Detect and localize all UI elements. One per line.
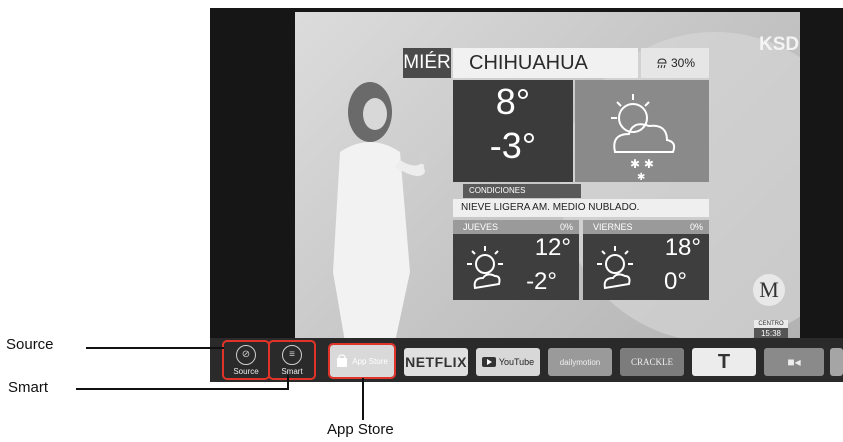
precip-chance: 30% xyxy=(670,56,696,70)
channel-logo: KSDY xyxy=(759,34,800,55)
forecast-high: 12° xyxy=(534,234,571,261)
source-button[interactable]: ⊘ Source xyxy=(222,340,270,380)
tv-screen: MIÉR CHIHUAHUA 30% 8° -3° ✱ ✱ ✱ CONDICIO… xyxy=(295,12,800,342)
more-app-tile[interactable] xyxy=(830,348,843,376)
centro-clock: CENTRO 15:38 xyxy=(754,320,788,340)
conditions-title: CONDICIONES xyxy=(463,184,581,198)
forecast-pop: 0% xyxy=(559,222,573,232)
tubi-tile[interactable]: T xyxy=(692,348,756,376)
app-store-callout-label: App Store xyxy=(327,421,394,438)
source-callout-label: Source xyxy=(6,336,54,353)
source-icon: ⊘ xyxy=(236,344,256,365)
smart-button[interactable]: ≡ Smart xyxy=(268,340,316,380)
city-name: CHIHUAHUA xyxy=(453,48,638,78)
netflix-tile[interactable]: NETFLIX xyxy=(404,348,468,376)
smart-icon: ≡ xyxy=(282,344,302,365)
app-store-tile[interactable]: App Store xyxy=(328,343,396,379)
shopping-bag-icon xyxy=(337,354,348,367)
centro-label: CENTRO xyxy=(758,321,784,327)
today-weather-icon-panel: ✱ ✱ ✱ xyxy=(575,80,709,183)
forecast-day-1: JUEVES 0% 12° -2° xyxy=(453,220,579,300)
forecast-day-name: JUEVES xyxy=(463,222,499,232)
youtube-play-icon xyxy=(481,357,496,367)
forecast-high: 18° xyxy=(664,234,701,261)
source-label: Source xyxy=(233,366,259,376)
video-tile[interactable]: ■◂ xyxy=(764,348,824,376)
precipitation: 30% xyxy=(641,48,709,78)
app-bar: ⊘ Source ≡ Smart App Store NETFLIX YouTu… xyxy=(210,338,843,382)
crackle-tile[interactable]: CRACKLE xyxy=(620,348,684,376)
today-high: 8° xyxy=(495,81,531,122)
forecast-day-name: VIERNES xyxy=(593,222,633,232)
day-label: MIÉR xyxy=(403,48,451,78)
conditions-text: NIEVE LIGERA AM. MEDIO NUBLADO. xyxy=(453,199,709,217)
youtube-tile[interactable]: YouTube xyxy=(476,348,540,376)
forecast-header: VIERNES 0% xyxy=(583,220,709,234)
forecast-header: JUEVES 0% xyxy=(453,220,579,234)
tv-frame: MIÉR CHIHUAHUA 30% 8° -3° ✱ ✱ ✱ CONDICIO… xyxy=(210,8,843,382)
smart-callout-line-v xyxy=(287,375,289,390)
forecast-low: 0° xyxy=(664,268,687,295)
app-store-callout-line xyxy=(362,378,364,420)
dailymotion-tile[interactable]: dailymotion xyxy=(548,348,612,376)
svg-text:✱: ✱ xyxy=(637,172,645,182)
video-camera-icon: ■◂ xyxy=(787,355,801,369)
rain-cloud-icon xyxy=(657,58,667,69)
partly-cloudy-icon xyxy=(467,246,503,290)
smart-callout-line-h xyxy=(76,388,288,390)
today-low: -3° xyxy=(489,125,537,166)
smart-callout-label: Smart xyxy=(8,379,49,396)
partly-cloudy-icon xyxy=(597,246,633,290)
forecast-pop: 0% xyxy=(689,222,703,232)
youtube-label: YouTube xyxy=(498,357,535,367)
smart-label: Smart xyxy=(281,366,303,376)
weather-panel: MIÉR CHIHUAHUA 30% 8° -3° ✱ ✱ ✱ CONDICIO… xyxy=(403,48,709,300)
forecast-day-2: VIERNES 0% 18° 0° xyxy=(583,220,709,300)
app-store-label: App Store xyxy=(352,356,388,366)
m-logo: M xyxy=(753,274,785,306)
source-callout-line xyxy=(86,347,224,349)
forecast-low: -2° xyxy=(526,268,557,295)
today-temps: 8° -3° xyxy=(453,80,573,182)
snow-cloud-sun-icon: ✱ ✱ ✱ xyxy=(611,94,676,183)
svg-text:✱ ✱: ✱ ✱ xyxy=(630,157,654,171)
